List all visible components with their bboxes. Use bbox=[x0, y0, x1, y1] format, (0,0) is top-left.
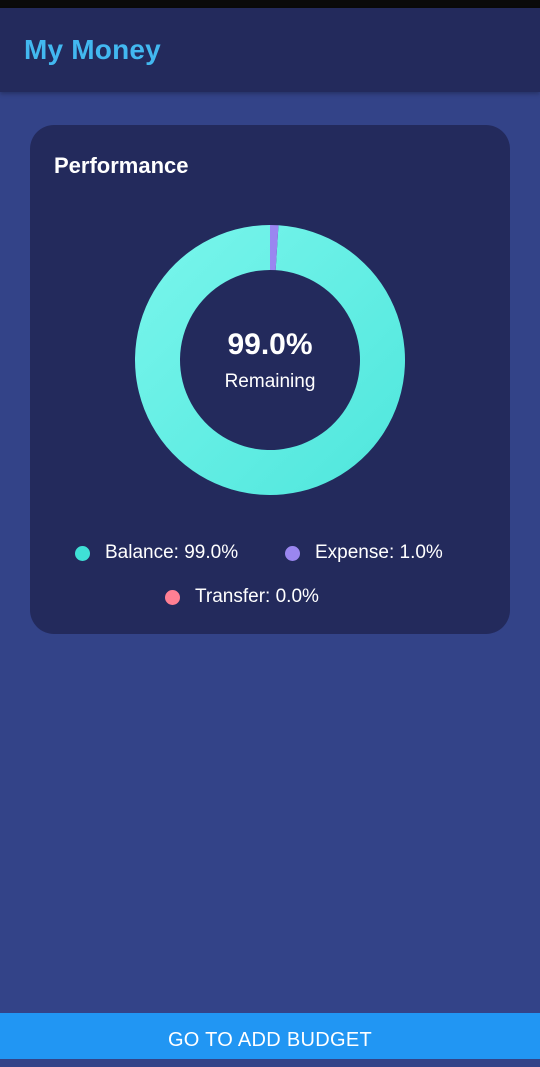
legend-label-balance: Balance: 99.0% bbox=[105, 542, 239, 563]
remaining-percentage: 99.0% bbox=[227, 328, 313, 361]
legend-dot-expense bbox=[285, 545, 300, 561]
app-bar: My Money bbox=[0, 8, 540, 92]
performance-card: Performance 99.0% Remaining Balance: 99.… bbox=[30, 125, 510, 634]
legend-item-balance: Balance: 99.0% bbox=[75, 541, 238, 565]
go-to-add-budget-button[interactable]: GO TO ADD BUDGET bbox=[0, 1013, 540, 1059]
remaining-label: Remaining bbox=[224, 371, 316, 392]
legend-item-transfer: Transfer: 0.0% bbox=[165, 585, 319, 609]
legend-dot-balance bbox=[75, 545, 90, 561]
card-title: Performance bbox=[54, 153, 189, 178]
status-bar bbox=[0, 0, 540, 8]
legend-label-expense: Expense: 1.0% bbox=[315, 542, 443, 563]
legend-item-expense: Expense: 1.0% bbox=[285, 541, 443, 565]
legend-label-transfer: Transfer: 0.0% bbox=[195, 586, 319, 607]
app-title: My Money bbox=[24, 34, 161, 65]
legend-dot-transfer bbox=[165, 589, 180, 605]
